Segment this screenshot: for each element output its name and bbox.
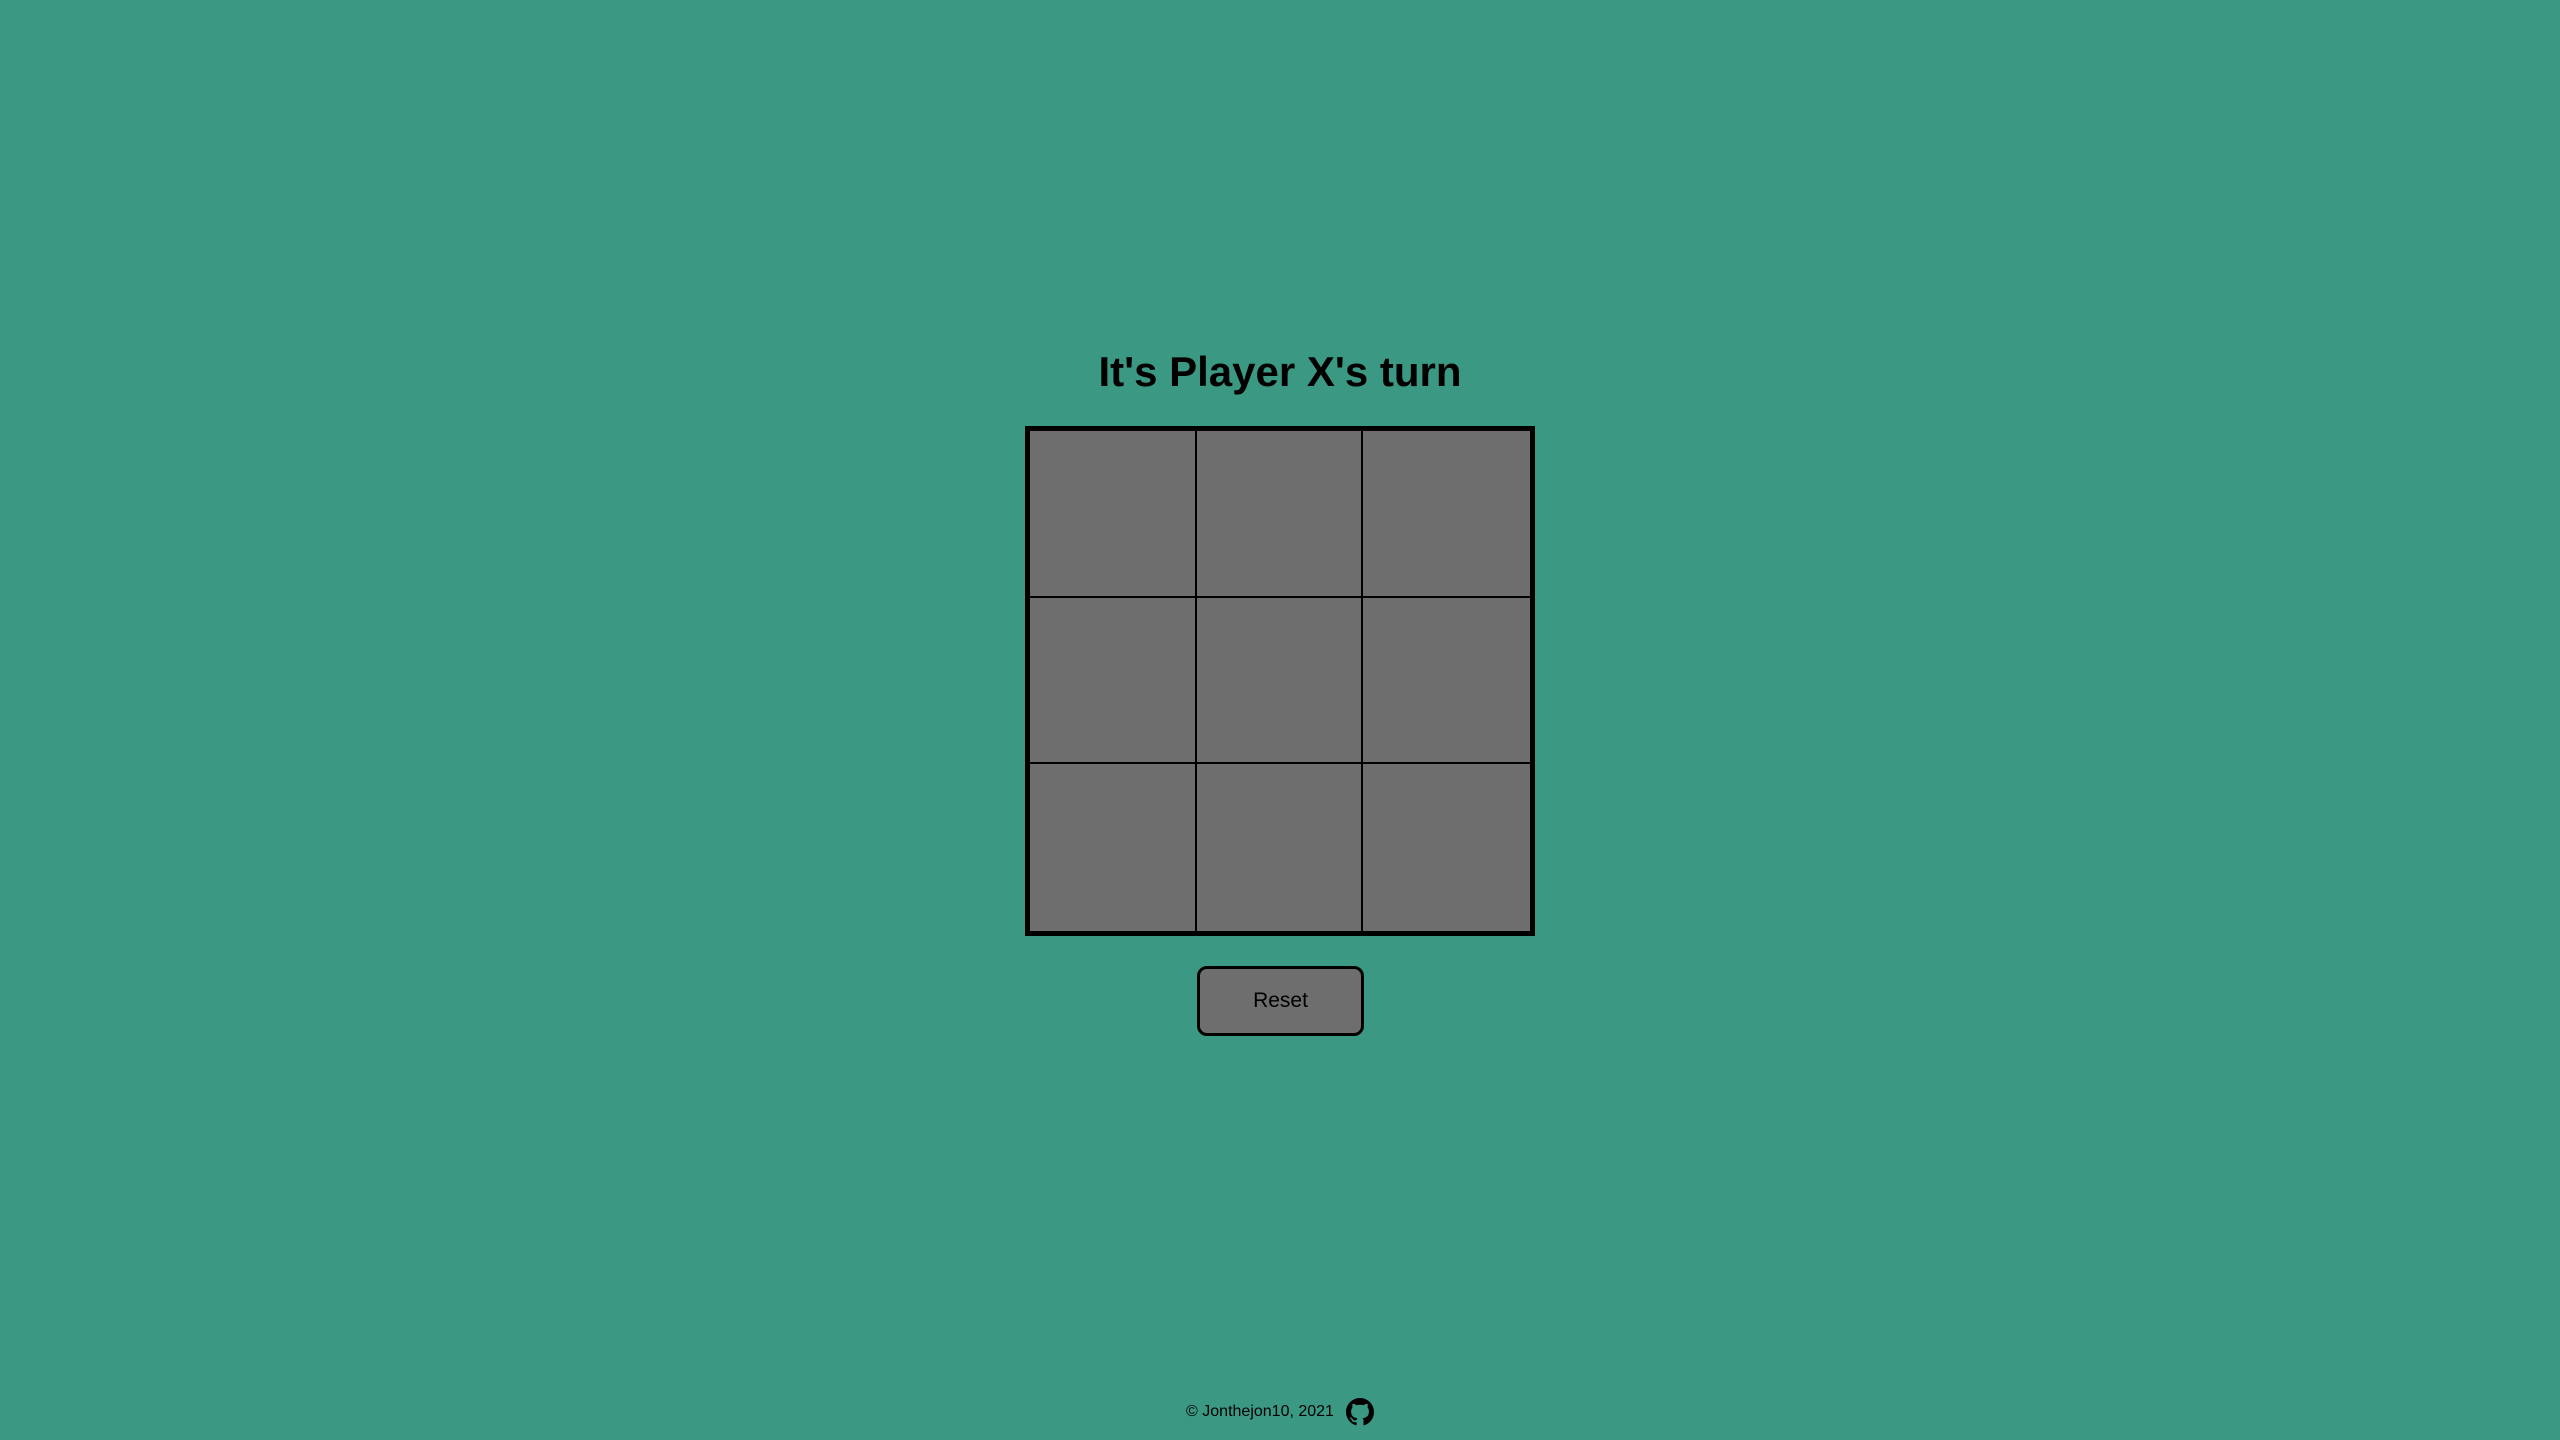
board-cell-9[interactable]	[1363, 764, 1530, 931]
board-cell-6[interactable]	[1363, 597, 1530, 765]
board-cell-3[interactable]	[1363, 431, 1530, 598]
board-cell-5[interactable]	[1196, 597, 1364, 765]
game-board	[1025, 426, 1535, 936]
copyright-text: © Jonthejon10, 2021	[1186, 1403, 1334, 1420]
footer: © Jonthejon10, 2021	[0, 1398, 2560, 1426]
board-cell-2[interactable]	[1196, 431, 1364, 598]
board-cell-4[interactable]	[1030, 597, 1197, 765]
github-icon[interactable]	[1345, 1398, 1374, 1426]
reset-button[interactable]: Reset	[1197, 966, 1364, 1036]
board-cell-8[interactable]	[1196, 764, 1364, 931]
board-cell-1[interactable]	[1030, 431, 1197, 598]
board-cell-7[interactable]	[1030, 764, 1197, 931]
turn-status: It's Player X's turn	[1098, 348, 1462, 395]
